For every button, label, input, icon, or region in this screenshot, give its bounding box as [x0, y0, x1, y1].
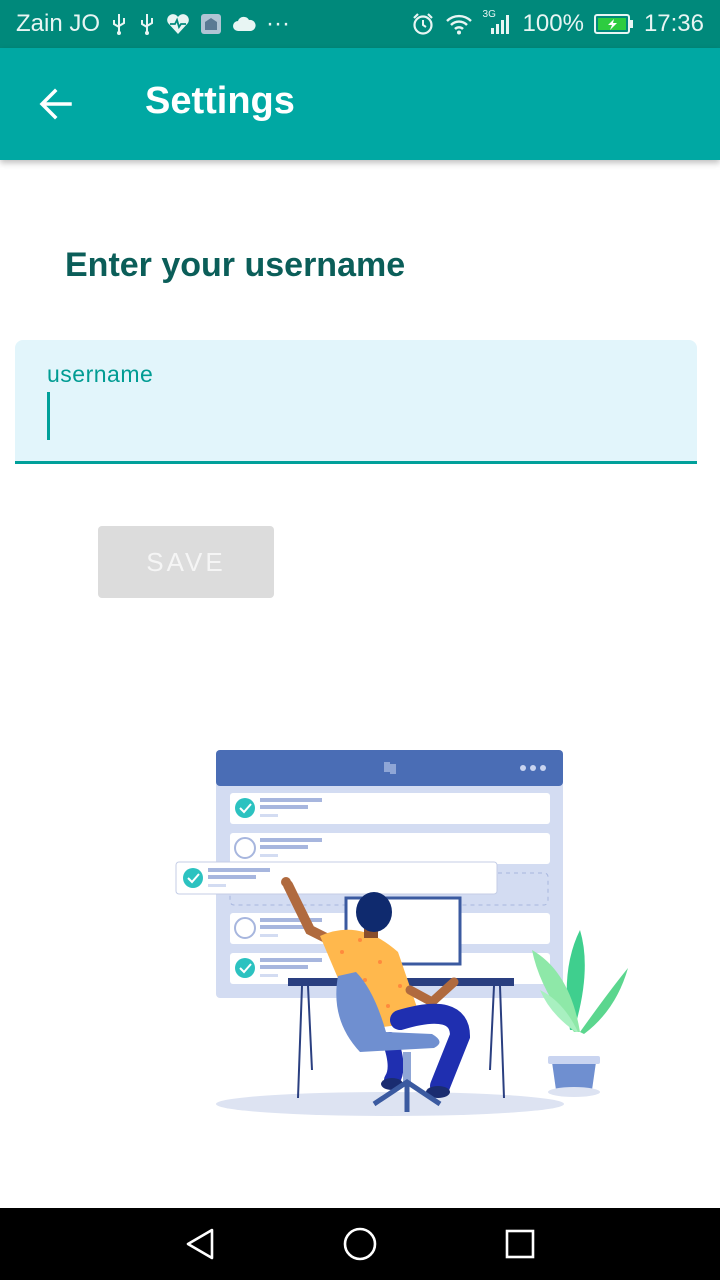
- battery-charging-icon: [593, 13, 634, 35]
- app-notification-icon: [200, 13, 222, 35]
- clock: 17:36: [643, 10, 704, 37]
- status-bar: Zain JO ··· 3G 100% 17:36: [0, 0, 720, 48]
- usb-icon: [138, 12, 156, 36]
- username-input[interactable]: [47, 392, 667, 440]
- page-title: Settings: [145, 80, 295, 122]
- triangle-back-icon: [186, 1228, 214, 1260]
- username-field-label: username: [47, 361, 154, 387]
- wifi-icon: [445, 13, 473, 35]
- status-left: Zain JO ···: [16, 10, 290, 38]
- nav-recents-button[interactable]: [496, 1220, 544, 1268]
- usb-icon: [110, 12, 128, 36]
- navigation-bar: [0, 1208, 720, 1280]
- nav-home-button[interactable]: [336, 1220, 384, 1268]
- more-notifications-icon: ···: [266, 10, 291, 37]
- status-right: 3G 100% 17:36: [411, 9, 704, 38]
- circle-home-icon: [343, 1227, 377, 1261]
- app-bar: Settings: [0, 48, 720, 160]
- settings-illustration: [175, 750, 628, 1116]
- cloud-icon: [232, 16, 256, 32]
- network-type: 3G: [482, 9, 496, 20]
- health-heart-icon: [166, 13, 190, 35]
- username-heading: Enter your username: [65, 246, 406, 284]
- carrier-name: Zain JO: [16, 10, 101, 37]
- signal-icon: 3G: [483, 9, 513, 35]
- arrow-left-icon: [39, 88, 72, 120]
- save-button[interactable]: SAVE: [98, 526, 274, 598]
- text-cursor: [47, 392, 50, 440]
- battery-percent: 100%: [522, 10, 584, 37]
- back-button[interactable]: [36, 84, 76, 124]
- alarm-icon: [411, 12, 435, 36]
- username-field[interactable]: username: [15, 340, 697, 464]
- square-recents-icon: [505, 1229, 535, 1259]
- nav-back-button[interactable]: [176, 1220, 224, 1268]
